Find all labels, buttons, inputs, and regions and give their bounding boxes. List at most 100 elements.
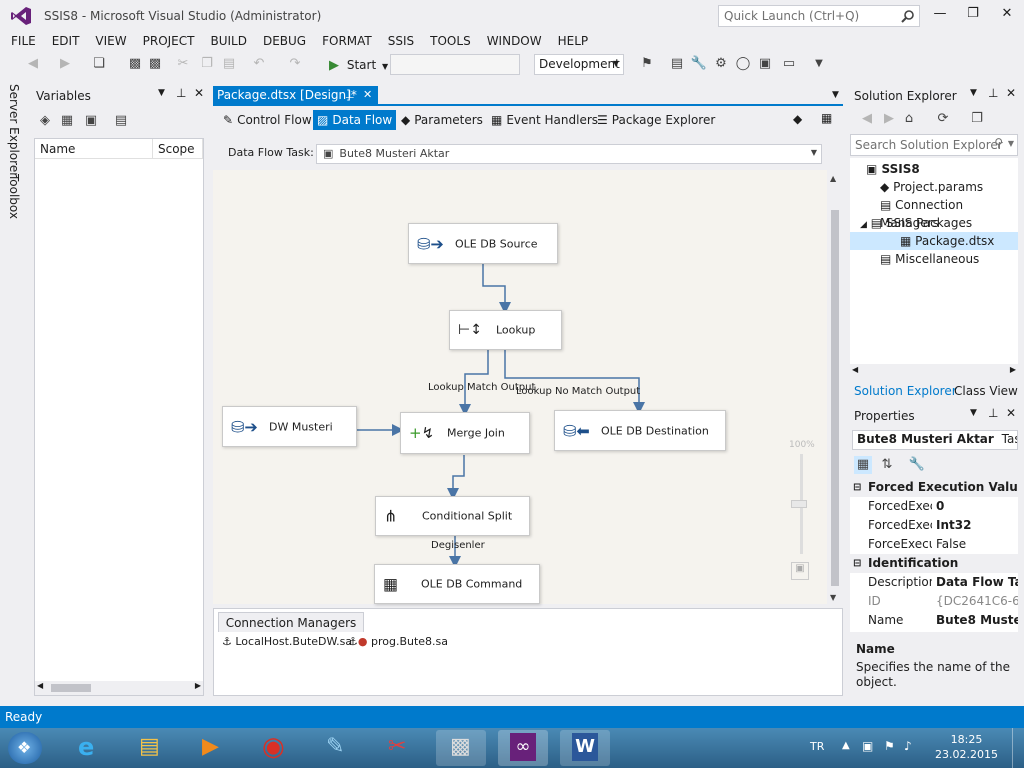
component-dw-musteri[interactable]: ⛁➔ DW Musteri bbox=[222, 406, 357, 447]
close-icon[interactable]: ✕ bbox=[1006, 86, 1016, 100]
component-merge-join[interactable]: +↯ Merge Join bbox=[400, 412, 530, 454]
forward-icon[interactable]: ▶ bbox=[880, 110, 898, 128]
tree-node-package-dtsx[interactable]: ▦ Package.dtsx bbox=[850, 232, 1018, 250]
menu-edit[interactable]: EDIT bbox=[44, 32, 88, 50]
column-header-name[interactable]: Name bbox=[35, 139, 153, 159]
variables-grid-icon[interactable]: ▦ bbox=[821, 111, 832, 125]
menu-ssis[interactable]: SSIS bbox=[380, 32, 422, 50]
word-icon[interactable]: W bbox=[560, 730, 610, 766]
property-row[interactable]: ID {DC2641C6-6 bbox=[850, 592, 1018, 611]
connection-manager-item[interactable]: ⚓ LocalHost.ButeDW.sa bbox=[222, 634, 352, 650]
menu-project[interactable]: PROJECT bbox=[135, 32, 203, 50]
tree-node-project-params[interactable]: ◆ Project.params bbox=[880, 178, 983, 196]
save-icon[interactable]: ▩ bbox=[126, 55, 144, 73]
start-button[interactable]: ❖ bbox=[8, 732, 42, 764]
column-header-scope[interactable]: Scope bbox=[153, 139, 203, 159]
minimize-button[interactable]: — bbox=[928, 6, 952, 26]
menu-build[interactable]: BUILD bbox=[202, 32, 254, 50]
zoom-slider-thumb[interactable] bbox=[791, 500, 807, 508]
data-flow-canvas[interactable]: ⛁➔ OLE DB Source ⊢↕ Lookup ⛁➔ DW Musteri… bbox=[213, 170, 827, 604]
overflow-icon[interactable]: ▼ bbox=[810, 55, 828, 73]
media-player-icon[interactable]: ▶ bbox=[188, 730, 238, 766]
tray-expand-icon[interactable]: ▲ bbox=[842, 740, 850, 751]
cut-icon[interactable]: ✂ bbox=[174, 55, 192, 73]
show-desktop-button[interactable] bbox=[1012, 728, 1024, 768]
find-icon[interactable]: ⚑ bbox=[638, 55, 656, 73]
close-tab-icon[interactable]: ✕ bbox=[363, 86, 372, 104]
horizontal-scrollbar[interactable]: ◀ ▶ bbox=[35, 681, 203, 695]
scroll-up-icon[interactable]: ▲ bbox=[830, 174, 836, 183]
property-row[interactable]: ForceExecutionResult False bbox=[850, 535, 1018, 554]
redo-icon[interactable]: ↷ bbox=[286, 55, 304, 73]
add-variable-icon[interactable]: ◈ bbox=[36, 112, 54, 130]
property-row[interactable]: ForcedExecutionValueType Int32 bbox=[850, 516, 1018, 535]
connection-manager-item[interactable]: ⚓● prog.Bute8.sa bbox=[348, 634, 448, 650]
expanded-arrow-icon[interactable]: ◢ bbox=[860, 220, 867, 230]
back-icon[interactable]: ◀ bbox=[858, 110, 876, 128]
scroll-thumb[interactable] bbox=[51, 684, 91, 692]
tab-parameters[interactable]: ◆ Parameters bbox=[397, 110, 487, 130]
tree-node-ssis-packages[interactable]: ◢ ▤ SSIS Packages bbox=[860, 214, 972, 232]
property-row[interactable]: Name Bute8 Musteri Aktar bbox=[850, 611, 1018, 630]
path-source-to-lookup[interactable] bbox=[482, 264, 511, 314]
menu-file[interactable]: FILE bbox=[3, 32, 44, 50]
pin-icon[interactable]: ⊥ bbox=[176, 86, 186, 100]
scroll-left-icon[interactable]: ◀ bbox=[852, 365, 858, 374]
property-value[interactable]: Int32 bbox=[936, 516, 1018, 535]
tools-icon[interactable]: ⚙ bbox=[712, 55, 730, 73]
path-merge-to-split[interactable] bbox=[447, 455, 465, 500]
property-row[interactable]: ForcedExecutionValue 0 bbox=[850, 497, 1018, 516]
home-icon[interactable]: ⌂ bbox=[900, 110, 918, 128]
pin-icon[interactable]: ⊥ bbox=[345, 86, 355, 104]
network-icon[interactable]: ▣ bbox=[862, 739, 873, 753]
connection-managers-tab[interactable]: Connection Managers bbox=[218, 612, 364, 632]
sync-icon[interactable]: ⟳ bbox=[934, 110, 952, 128]
tab-class-view[interactable]: Class View bbox=[954, 384, 1018, 398]
internet-explorer-icon[interactable]: e bbox=[64, 730, 114, 766]
path-label-degisenler[interactable]: Degisenler bbox=[431, 540, 485, 551]
menu-format[interactable]: FORMAT bbox=[314, 32, 380, 50]
restore-button[interactable]: ❐ bbox=[961, 6, 985, 26]
remote-desktop-icon[interactable]: ▩ bbox=[436, 730, 486, 766]
chrome-icon[interactable]: ◉ bbox=[250, 730, 300, 766]
notepad-icon[interactable]: ✎ bbox=[312, 730, 362, 766]
collapse-all-icon[interactable]: ❐ bbox=[968, 110, 986, 128]
chevron-down-icon[interactable]: ▼ bbox=[832, 90, 839, 100]
system-clock[interactable]: 18:25 23.02.2015 bbox=[935, 732, 998, 762]
back-icon[interactable]: ◀ bbox=[24, 55, 42, 73]
scroll-left-icon[interactable]: ◀ bbox=[37, 681, 43, 690]
property-value[interactable]: 0 bbox=[936, 497, 1018, 516]
file-explorer-icon[interactable]: ▤ bbox=[126, 730, 176, 766]
pin-icon[interactable]: ⊥ bbox=[988, 406, 998, 420]
menu-view[interactable]: VIEW bbox=[87, 32, 134, 50]
wrench-icon[interactable]: 🔧 bbox=[690, 55, 708, 73]
close-icon[interactable]: ✕ bbox=[1006, 406, 1016, 420]
menu-tools[interactable]: TOOLS bbox=[422, 32, 479, 50]
close-icon[interactable]: ✕ bbox=[194, 86, 204, 100]
new-project-icon[interactable]: ❏ bbox=[90, 55, 108, 73]
tree-node-miscellaneous[interactable]: ▤ Miscellaneous bbox=[880, 250, 979, 268]
chevron-down-icon[interactable]: ▼ bbox=[970, 408, 977, 418]
scroll-thumb[interactable] bbox=[831, 210, 839, 586]
undo-icon[interactable]: ↶ bbox=[250, 55, 268, 73]
property-category[interactable]: ⊟ Identification bbox=[850, 554, 1018, 573]
menu-debug[interactable]: DEBUG bbox=[255, 32, 314, 50]
component-conditional-split[interactable]: ⋔ Conditional Split bbox=[375, 496, 530, 536]
volume-icon[interactable]: ♪ bbox=[904, 739, 912, 753]
scroll-down-icon[interactable]: ▼ bbox=[830, 593, 836, 602]
delete-variable-icon[interactable]: ▣ bbox=[82, 112, 100, 130]
save-all-icon[interactable]: ▩ bbox=[146, 55, 164, 73]
forward-icon[interactable]: ▶ bbox=[56, 55, 74, 73]
tab-solution-explorer[interactable]: Solution Explorer bbox=[854, 384, 957, 398]
properties-object-select[interactable]: Bute8 Musteri Aktar Task bbox=[852, 430, 1018, 450]
quick-launch-input[interactable]: Quick Launch (Ctrl+Q) bbox=[718, 5, 920, 27]
component-ole-db-source[interactable]: ⛁➔ OLE DB Source bbox=[408, 223, 558, 264]
property-category[interactable]: ⊟ Forced Execution Value bbox=[850, 478, 1018, 497]
path-label-lookup-no-match[interactable]: Lookup No Match Output bbox=[516, 386, 640, 397]
property-pages-icon[interactable]: 🔧 bbox=[908, 456, 926, 474]
path-lookup-match[interactable] bbox=[459, 350, 489, 416]
component-ole-db-destination[interactable]: ⛁⬅ OLE DB Destination bbox=[554, 410, 726, 451]
snipping-tool-icon[interactable]: ✂ bbox=[374, 730, 424, 766]
server-explorer-tab[interactable]: Server Explorer bbox=[7, 84, 21, 177]
visual-studio-taskbar-icon[interactable]: ∞ bbox=[498, 730, 548, 766]
